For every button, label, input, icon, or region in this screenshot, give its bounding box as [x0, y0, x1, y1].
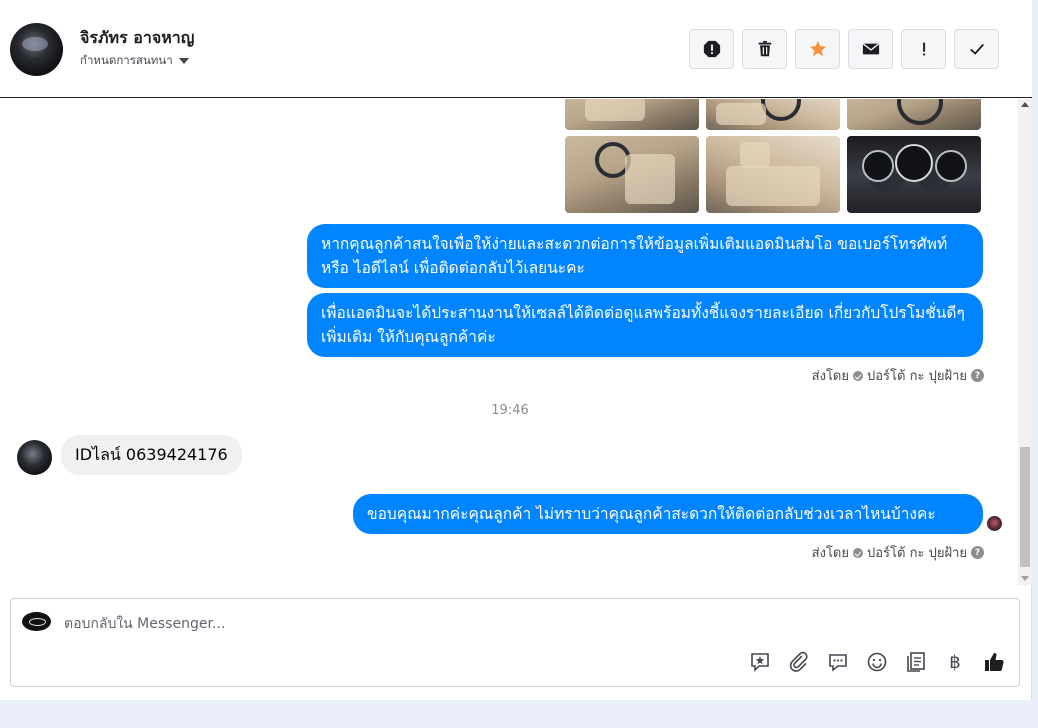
mark-unread-button[interactable]: [848, 29, 893, 69]
reply-input[interactable]: [64, 613, 964, 635]
verified-icon: [853, 547, 863, 558]
attachment-icon: [789, 651, 808, 672]
notes-button[interactable]: [902, 650, 930, 674]
reply-composer: ฿: [10, 598, 1020, 687]
delete-button[interactable]: [742, 29, 787, 69]
message-timestamp: 19:46: [491, 403, 529, 418]
star-icon: [809, 40, 826, 57]
sent-by-name[interactable]: ปอร์โต้ กะ ปุยฝ้าย: [867, 365, 967, 386]
sent-by-name[interactable]: ปอร์โต้ กะ ปุยฝ้าย: [867, 542, 967, 563]
photo-thumbnail[interactable]: [847, 136, 981, 213]
exclamation-icon: [922, 42, 925, 56]
report-button[interactable]: [689, 29, 734, 69]
like-icon: [985, 652, 1004, 672]
composer-tools: ฿: [746, 650, 1008, 674]
notes-icon: [907, 652, 925, 672]
incoming-message[interactable]: IDไลน์ 0639424176: [61, 435, 242, 475]
thread-scrollbar[interactable]: [1018, 99, 1032, 585]
outgoing-message[interactable]: เพื่อแอดมินจะได้ประสานงานให้เซลล์ได้ติดต…: [307, 293, 983, 357]
baht-icon: ฿: [949, 651, 961, 673]
scroll-thumb[interactable]: [1020, 447, 1030, 567]
emoji-button[interactable]: [863, 650, 891, 674]
sent-by-prefix: ส่งโดย: [811, 369, 849, 384]
star-button[interactable]: [795, 29, 840, 69]
contact-avatar-small[interactable]: [17, 440, 52, 475]
contact-name[interactable]: จิรภัทร อาจหาญ: [80, 26, 194, 51]
verified-icon: [853, 370, 863, 381]
check-icon: [969, 43, 984, 55]
mark-done-button[interactable]: [954, 29, 999, 69]
sent-by-line: ส่งโดย ปอร์โต้ กะ ปุยฝ้าย ?: [812, 365, 984, 386]
help-icon[interactable]: ?: [971, 546, 984, 559]
photo-thumbnail[interactable]: [847, 99, 981, 130]
trash-icon: [758, 40, 771, 57]
sent-by-prefix: ส่งโดย: [811, 546, 849, 561]
outgoing-message[interactable]: หากคุณลูกค้าสนใจเพื่อให้ง่ายและสะดวกต่อก…: [307, 224, 983, 288]
photo-thumbnail[interactable]: [565, 136, 699, 213]
sent-by-line: ส่งโดย ปอร์โต้ กะ ปุยฝ้าย ?: [812, 542, 984, 563]
page-avatar: [22, 612, 51, 631]
envelope-icon: [862, 43, 879, 55]
seen-avatar: [987, 516, 1002, 531]
conversation-options-dropdown[interactable]: กำหนดการสนทนา: [80, 52, 189, 70]
saved-reply-button[interactable]: [746, 650, 774, 674]
saved-reply-icon: [751, 653, 769, 672]
spam-button[interactable]: [901, 29, 946, 69]
conversation-options-label: กำหนดการสนทนา: [80, 53, 173, 67]
photo-thumbnail[interactable]: [565, 99, 699, 130]
header-actions: [689, 29, 999, 69]
attachment-button[interactable]: [785, 650, 813, 674]
emoji-icon: [867, 652, 887, 672]
caret-down-icon: [178, 58, 189, 64]
chat-button[interactable]: [824, 650, 852, 674]
photo-thumbnail[interactable]: [706, 99, 840, 130]
message-thread: หากคุณลูกค้าสนใจเพื่อให้ง่ายและสะดวกต่อก…: [0, 99, 1018, 585]
report-icon: [703, 40, 720, 58]
scroll-up-arrow[interactable]: [1021, 102, 1029, 107]
payment-button[interactable]: ฿: [941, 650, 969, 674]
outgoing-message[interactable]: ขอบคุณมากค่ะคุณลูกค้า ไม่ทราบว่าคุณลูกค้…: [353, 494, 983, 534]
conversation-header: จิรภัทร อาจหาญ กำหนดการสนทนา: [0, 0, 1032, 98]
scroll-down-arrow[interactable]: [1021, 576, 1029, 581]
inbox-conversation-panel: จิรภัทร อาจหาญ กำหนดการสนทนา หากคุณลูกค้…: [0, 0, 1032, 700]
chat-icon: [829, 654, 847, 672]
contact-avatar[interactable]: [10, 23, 63, 76]
photo-thumbnail[interactable]: [706, 136, 840, 213]
like-button[interactable]: [980, 650, 1008, 674]
help-icon[interactable]: ?: [971, 369, 984, 382]
